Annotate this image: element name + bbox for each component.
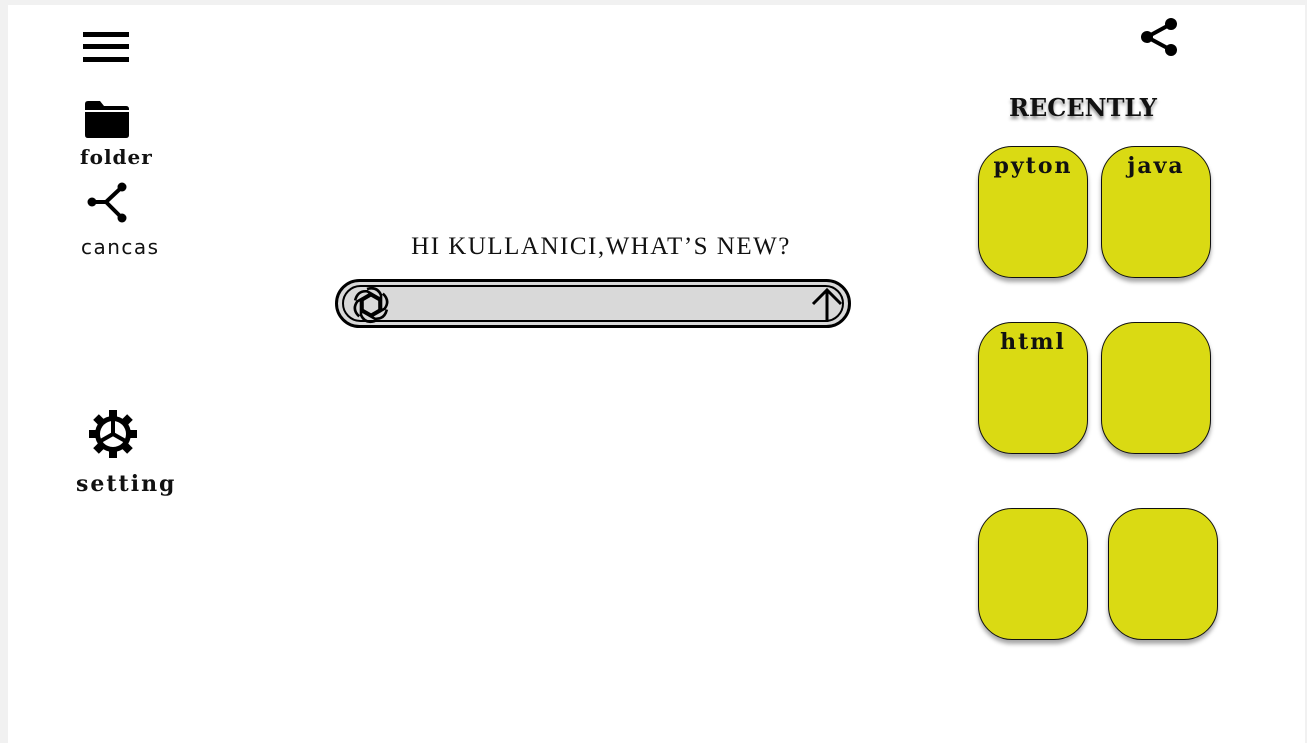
canvas-branch-icon [86,181,128,223]
recently-title: RECENTLY [1009,93,1157,122]
recent-card-html[interactable]: html [978,322,1088,454]
recent-card-java[interactable]: java [1101,146,1211,278]
recent-card-empty[interactable] [978,508,1088,640]
hamburger-menu-icon[interactable] [83,30,131,66]
recent-card-pyton[interactable]: pyton [978,146,1088,278]
sidebar-item-label: folder [80,145,153,169]
send-arrow-up-icon[interactable] [810,286,844,324]
prompt-input[interactable] [335,279,851,328]
share-icon[interactable] [1139,17,1179,57]
prompt-input-inner[interactable] [342,285,844,322]
card-label: html [1000,329,1066,355]
greeting-heading: HI KULLANICI,WHAT’S NEW? [411,233,791,260]
sidebar-item-label: cancas [81,235,160,259]
recent-card-empty[interactable] [1101,322,1211,454]
card-label: java [1127,153,1185,179]
card-label: pyton [993,153,1073,179]
sidebar-item-canvas[interactable]: cancas [78,179,178,259]
app-canvas: folder cancas setting HI KULLANICI,WHAT’… [8,5,1305,743]
folder-icon [84,99,130,139]
chatgpt-logo-icon [351,285,391,325]
gear-icon [88,409,138,459]
sidebar-item-setting[interactable]: setting [74,405,184,497]
sidebar-item-folder[interactable]: folder [78,97,158,169]
recent-card-empty[interactable] [1108,508,1218,640]
sidebar-item-label: setting [76,471,177,497]
